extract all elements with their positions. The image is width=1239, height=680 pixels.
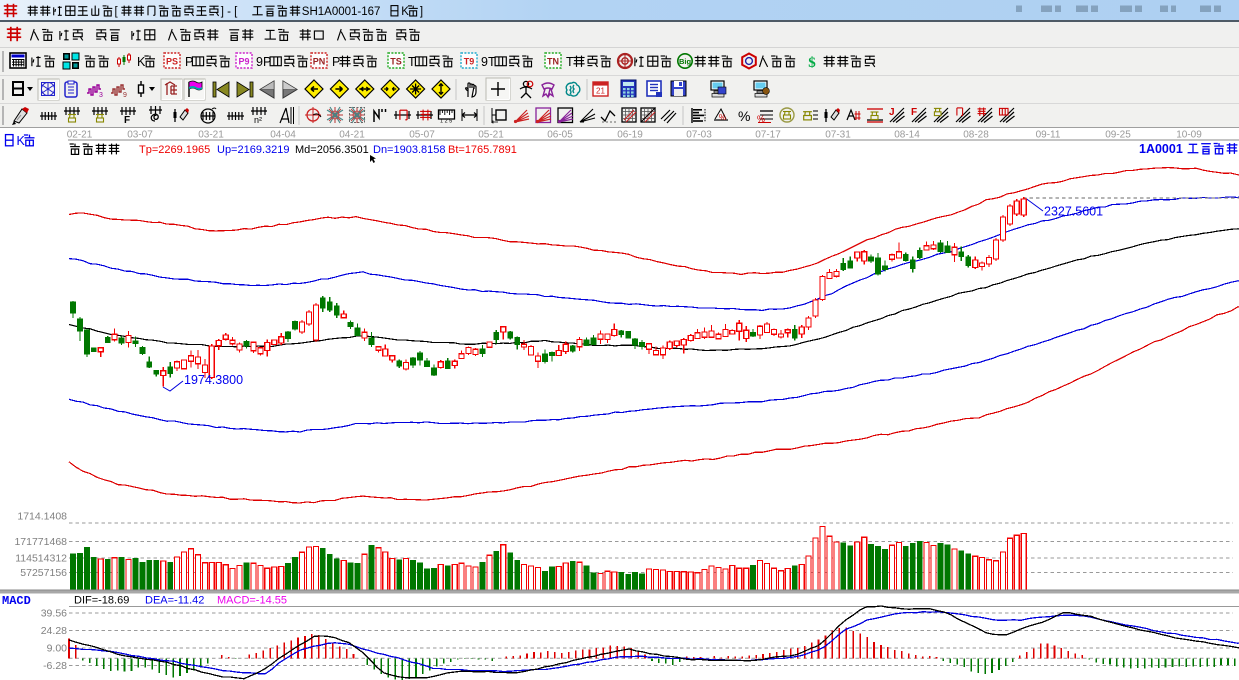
svg-text:Up=2169.3219: Up=2169.3219 [217, 144, 289, 156]
svg-text:07-17: 07-17 [755, 130, 781, 141]
svg-text:Dn=1903.8158: Dn=1903.8158 [373, 144, 445, 156]
svg-text:04-04: 04-04 [270, 130, 296, 141]
svg-text:1A0001: 1A0001 [1139, 142, 1183, 156]
svg-text:1714.1408: 1714.1408 [17, 511, 67, 523]
svg-text:07-03: 07-03 [686, 130, 712, 141]
svg-text:MACD: MACD [2, 594, 31, 608]
svg-text:03-07: 03-07 [127, 130, 153, 141]
svg-text:24.28: 24.28 [41, 625, 67, 637]
svg-text:02-21: 02-21 [67, 130, 93, 141]
svg-text:10-09: 10-09 [1176, 130, 1202, 141]
svg-text:39.56: 39.56 [41, 608, 67, 620]
svg-text:07-31: 07-31 [825, 130, 851, 141]
svg-text:08-28: 08-28 [963, 130, 989, 141]
svg-text:K: K [17, 134, 26, 148]
svg-text:09-25: 09-25 [1105, 130, 1131, 141]
svg-text:05-21: 05-21 [478, 130, 504, 141]
svg-text:08-14: 08-14 [894, 130, 920, 141]
svg-text:05-07: 05-07 [409, 130, 435, 141]
svg-text:171771468: 171771468 [14, 536, 67, 548]
svg-text:114514312: 114514312 [15, 553, 67, 565]
svg-text:Bt=1765.7891: Bt=1765.7891 [448, 144, 517, 156]
svg-text:06-19: 06-19 [617, 130, 643, 141]
svg-text:03-21: 03-21 [198, 130, 224, 141]
svg-text:9.00: 9.00 [47, 643, 68, 655]
svg-text:2327.5601: 2327.5601 [1044, 205, 1103, 219]
svg-text:Tp=2269.1965: Tp=2269.1965 [139, 144, 210, 156]
svg-text:06-05: 06-05 [547, 130, 573, 141]
svg-text:57257156: 57257156 [20, 567, 67, 579]
svg-text:-6.28: -6.28 [43, 660, 67, 672]
svg-text:DEA=-11.42: DEA=-11.42 [145, 595, 204, 607]
svg-text:04-21: 04-21 [339, 130, 365, 141]
svg-text:Md=2056.3501: Md=2056.3501 [295, 144, 369, 156]
svg-text:1974.3800: 1974.3800 [184, 373, 243, 387]
svg-text:DIF=-18.69: DIF=-18.69 [74, 595, 129, 607]
svg-text:09-11: 09-11 [1036, 130, 1061, 141]
svg-text:MACD=-14.55: MACD=-14.55 [217, 595, 287, 607]
